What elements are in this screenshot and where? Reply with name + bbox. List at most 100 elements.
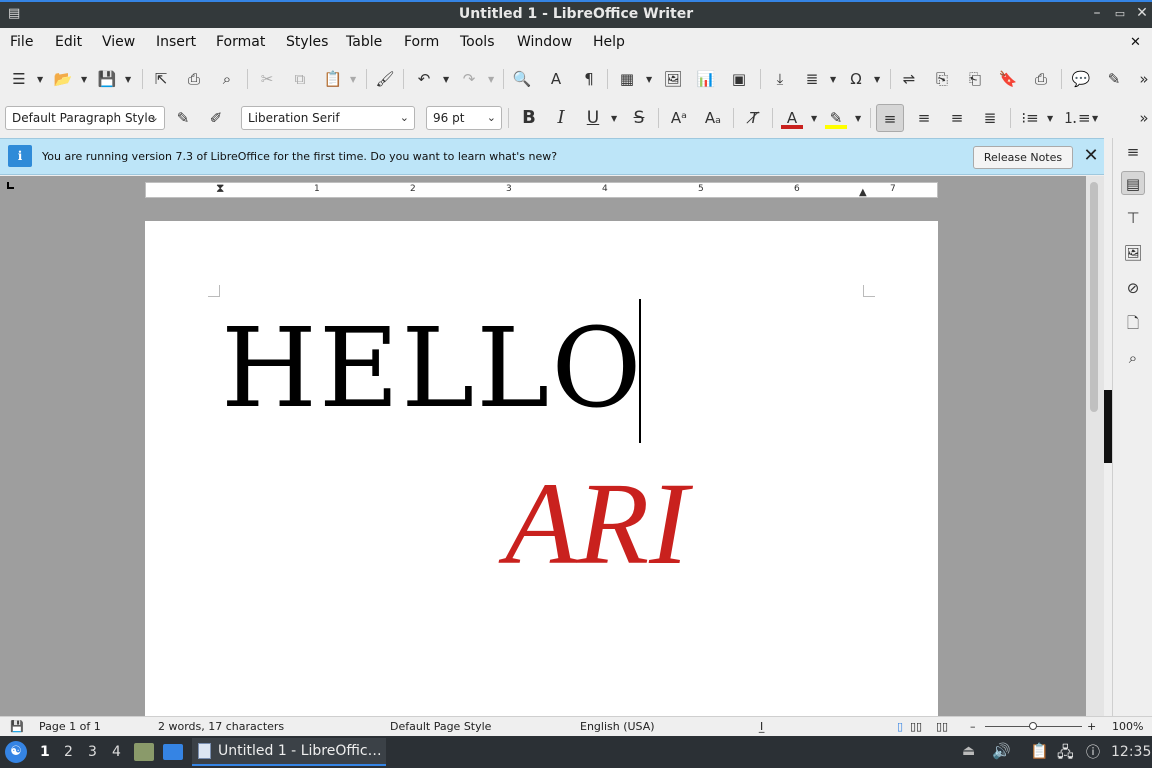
- menu-help[interactable]: Help: [593, 34, 625, 50]
- menu-table[interactable]: Table: [346, 34, 382, 50]
- menu-insert[interactable]: Insert: [156, 34, 196, 50]
- insert-image-icon[interactable]: 🖼: [662, 68, 684, 90]
- workspace-1[interactable]: 1: [40, 744, 50, 760]
- notification-icon[interactable]: ⓘ: [1086, 742, 1100, 762]
- italic-icon[interactable]: I: [550, 107, 572, 129]
- close-document-icon[interactable]: ✕: [1130, 35, 1141, 50]
- new-style-icon[interactable]: ✐: [205, 107, 227, 129]
- find-replace-icon[interactable]: 🔍: [511, 68, 533, 90]
- sidebar-menu-icon[interactable]: ☰: [8, 68, 30, 90]
- insert-field-icon[interactable]: ≣: [801, 68, 823, 90]
- zoom-out-icon[interactable]: –: [970, 720, 976, 733]
- print-preview-icon[interactable]: ⌕: [216, 68, 238, 90]
- insert-chart-icon[interactable]: 📊: [695, 68, 717, 90]
- navigator-icon[interactable]: ⊘: [1121, 276, 1145, 300]
- workspace-3[interactable]: 3: [88, 744, 97, 760]
- close-infobar-icon[interactable]: ✕: [1081, 146, 1101, 166]
- comment-icon[interactable]: 💬: [1070, 68, 1092, 90]
- undo-icon[interactable]: ↶: [413, 68, 435, 90]
- menu-view[interactable]: View: [102, 34, 135, 50]
- endnote-icon[interactable]: ⎗: [964, 68, 986, 90]
- document-modified-icon[interactable]: 💾: [10, 720, 24, 733]
- multi-page-view-icon[interactable]: ▯▯: [910, 720, 922, 733]
- font-size-combo[interactable]: 96 pt ⌄: [426, 106, 502, 130]
- single-page-view-icon[interactable]: ▯: [897, 720, 903, 733]
- sidebar-collapse-handle[interactable]: [1104, 390, 1112, 463]
- document-text-ari[interactable]: ARI: [505, 465, 688, 583]
- paragraph-style-combo[interactable]: Default Paragraph Style ⌄: [5, 106, 165, 130]
- workspace-2[interactable]: 2: [64, 744, 73, 760]
- numbered-list-icon[interactable]: ⒈≡: [1063, 107, 1091, 129]
- styles-icon[interactable]: ⊤: [1121, 206, 1145, 230]
- menu-styles[interactable]: Styles: [286, 34, 328, 50]
- menu-format[interactable]: Format: [216, 34, 265, 50]
- cross-reference-icon[interactable]: ⎙: [1030, 68, 1052, 90]
- clock[interactable]: 12:35: [1111, 744, 1151, 760]
- network-icon[interactable]: 🖧: [1057, 742, 1074, 767]
- file-manager-icon[interactable]: [134, 743, 154, 761]
- close-window-button[interactable]: ✕: [1132, 5, 1152, 21]
- special-character-icon[interactable]: Ω: [845, 68, 867, 90]
- scrollbar-thumb[interactable]: [1090, 182, 1098, 412]
- footnote-icon[interactable]: ⎘: [931, 68, 953, 90]
- menu-tools[interactable]: Tools: [460, 34, 495, 50]
- vertical-scrollbar[interactable]: [1086, 176, 1104, 716]
- redo-icon[interactable]: ↷: [458, 68, 480, 90]
- word-count[interactable]: 2 words, 17 characters: [158, 720, 284, 733]
- open-folder-icon[interactable]: 📂: [52, 68, 74, 90]
- save-icon[interactable]: 💾: [96, 68, 118, 90]
- spelling-icon[interactable]: A: [545, 68, 567, 90]
- zoom-in-icon[interactable]: +: [1087, 720, 1096, 733]
- zoom-slider-thumb[interactable]: [1029, 722, 1037, 730]
- align-left-icon[interactable]: ≡: [876, 104, 904, 132]
- page-break-icon[interactable]: ⤓: [769, 68, 791, 90]
- minimize-button[interactable]: –: [1087, 5, 1107, 21]
- insert-table-icon[interactable]: ▦: [616, 68, 638, 90]
- menu-file[interactable]: File: [10, 34, 33, 50]
- tab-stop-icon[interactable]: [7, 182, 14, 189]
- print-icon[interactable]: ⎙: [183, 68, 205, 90]
- document-text-hello[interactable]: HELLO: [221, 313, 644, 423]
- align-center-icon[interactable]: ≡: [913, 107, 935, 129]
- tray-update-icon[interactable]: ⏏: [962, 743, 975, 759]
- taskbar-writer-task[interactable]: Untitled 1 - LibreOffic…: [192, 738, 386, 766]
- workspace-4[interactable]: 4: [112, 744, 121, 760]
- sidebar-settings-icon[interactable]: ≡: [1121, 140, 1145, 164]
- language[interactable]: English (USA): [580, 720, 655, 733]
- superscript-icon[interactable]: Aᵃ: [668, 107, 690, 129]
- clipboard-icon[interactable]: 📋: [1030, 742, 1049, 760]
- track-changes-icon[interactable]: ✎: [1103, 68, 1125, 90]
- cut-icon[interactable]: ✂: [256, 68, 278, 90]
- insert-textbox-icon[interactable]: ▣: [728, 68, 750, 90]
- more-options-icon[interactable]: »: [1133, 68, 1152, 90]
- selection-mode-icon[interactable]: I̲: [760, 720, 763, 733]
- document-area[interactable]: ⧗ 1 2 3 4 5 6 7 ▲ HELLO ARI: [0, 176, 1104, 716]
- update-style-icon[interactable]: ✎: [172, 107, 194, 129]
- highlight-color-icon[interactable]: ✎: [825, 107, 847, 129]
- formatting-marks-icon[interactable]: ¶: [578, 68, 600, 90]
- menu-edit[interactable]: Edit: [55, 34, 82, 50]
- start-menu-icon[interactable]: ☯: [5, 741, 27, 763]
- bullet-list-icon[interactable]: ⁝≡: [1019, 107, 1041, 129]
- page-icon[interactable]: 🗋: [1121, 311, 1145, 335]
- font-color-icon[interactable]: A: [781, 107, 803, 129]
- release-notes-button[interactable]: Release Notes: [973, 146, 1073, 169]
- volume-icon[interactable]: 🔊: [992, 742, 1011, 760]
- underline-icon[interactable]: U: [582, 107, 604, 129]
- justify-icon[interactable]: ≣: [979, 107, 1001, 129]
- font-name-combo[interactable]: Liberation Serif ⌄: [241, 106, 415, 130]
- clear-formatting-icon[interactable]: T̸: [743, 107, 765, 129]
- indent-marker[interactable]: ⧗: [216, 181, 224, 196]
- book-view-icon[interactable]: ▯▯: [936, 720, 948, 733]
- bold-icon[interactable]: B: [518, 107, 540, 129]
- menu-form[interactable]: Form: [404, 34, 439, 50]
- horizontal-ruler[interactable]: ⧗ 1 2 3 4 5 6 7 ▲: [145, 181, 938, 198]
- style-inspector-icon[interactable]: ⌕: [1121, 346, 1145, 370]
- gallery-icon[interactable]: 🖼: [1121, 241, 1145, 265]
- strikethrough-icon[interactable]: S: [628, 107, 650, 129]
- bookmark-icon[interactable]: 🔖: [997, 68, 1019, 90]
- page-style[interactable]: Default Page Style: [390, 720, 491, 733]
- more-formatting-icon[interactable]: »: [1133, 107, 1152, 129]
- clone-formatting-icon[interactable]: 🖌: [374, 68, 396, 90]
- menu-window[interactable]: Window: [517, 34, 572, 50]
